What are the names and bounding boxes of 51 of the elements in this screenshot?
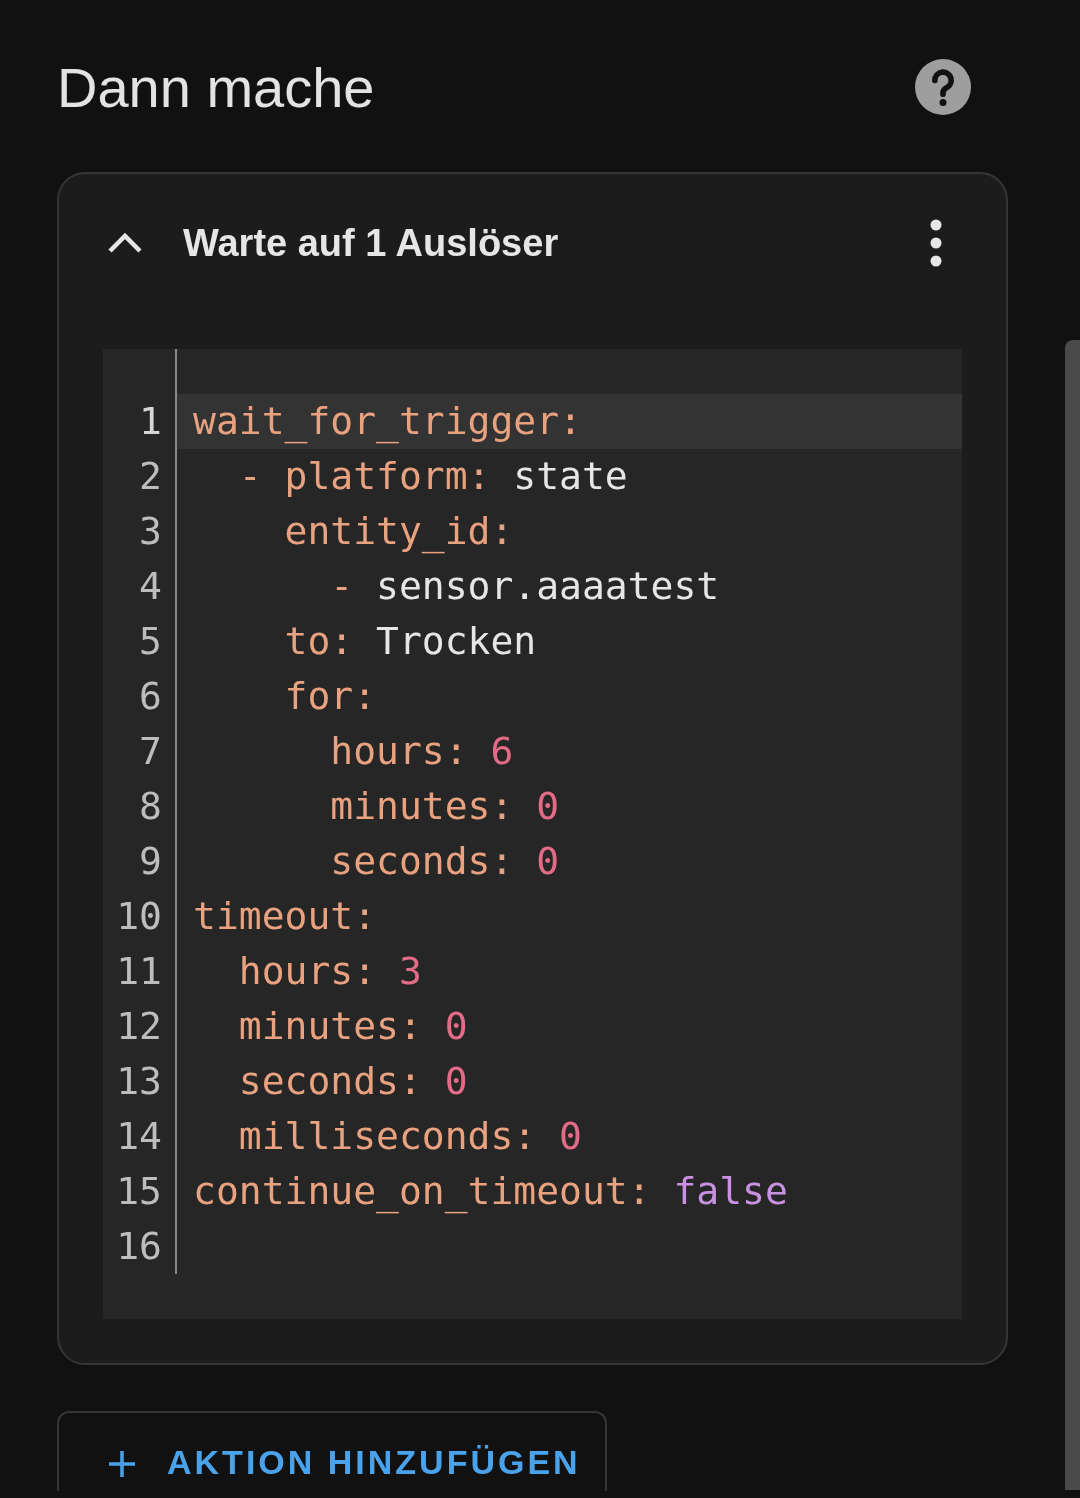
line-number: 6: [139, 674, 162, 718]
code-value: state: [512, 454, 628, 498]
line-number: 4: [139, 564, 162, 608]
scrollbar[interactable]: [1065, 340, 1080, 1490]
line-number: 14: [116, 1114, 162, 1158]
line-number: 12: [116, 1004, 162, 1048]
section-title: Dann mache: [57, 54, 375, 120]
line-number: 15: [116, 1169, 162, 1213]
code-key: hours:: [193, 729, 468, 773]
code-key: seconds:: [193, 1059, 422, 1103]
line-number: 10: [116, 894, 162, 938]
code-key: - platform:: [193, 454, 491, 498]
line-number: 13: [116, 1059, 162, 1103]
code-boolean: false: [672, 1169, 788, 1213]
code-key: minutes:: [193, 784, 514, 828]
code-number: 0: [558, 1114, 582, 1158]
code-number: 3: [397, 949, 422, 993]
code-number: 0: [443, 1004, 468, 1048]
code-key: wait_for_trigger:: [193, 399, 582, 443]
line-number: 5: [139, 619, 162, 663]
code-key: hours:: [193, 949, 377, 993]
add-action-button[interactable]: AKTION HINZUFÜGEN: [57, 1411, 607, 1491]
line-number: 9: [139, 839, 162, 883]
code-value: Trocken: [375, 619, 537, 663]
code-key: continue_on_timeout:: [193, 1169, 651, 1213]
code-key: minutes:: [193, 1004, 422, 1048]
line-number: 8: [139, 784, 162, 828]
code-number: 0: [443, 1059, 468, 1103]
code-key: to:: [193, 619, 354, 663]
chevron-up-icon[interactable]: [107, 231, 143, 255]
code-editor[interactable]: [103, 349, 962, 1319]
code-key: timeout:: [193, 894, 377, 938]
more-vertical-icon[interactable]: [929, 219, 943, 267]
line-number: 1: [139, 399, 162, 443]
code-number: 0: [535, 784, 560, 828]
line-number: 7: [139, 729, 162, 773]
card-title: Warte auf 1 Auslöser: [183, 221, 560, 265]
code-key: entity_id:: [193, 509, 514, 553]
line-number: 11: [116, 949, 162, 993]
code-key: for:: [193, 674, 377, 718]
line-number: 16: [116, 1224, 162, 1268]
plus-icon[interactable]: [107, 1449, 137, 1479]
code-key: milliseconds:: [193, 1114, 537, 1158]
code-key: seconds:: [193, 839, 514, 883]
line-number: 3: [139, 509, 162, 553]
line-number: 2: [139, 454, 162, 498]
code-number: 0: [535, 839, 560, 883]
code-number: 6: [489, 729, 514, 773]
help-icon[interactable]: [915, 59, 971, 115]
code-value: sensor.aaaatest: [375, 564, 720, 608]
code-key: -: [193, 564, 354, 608]
